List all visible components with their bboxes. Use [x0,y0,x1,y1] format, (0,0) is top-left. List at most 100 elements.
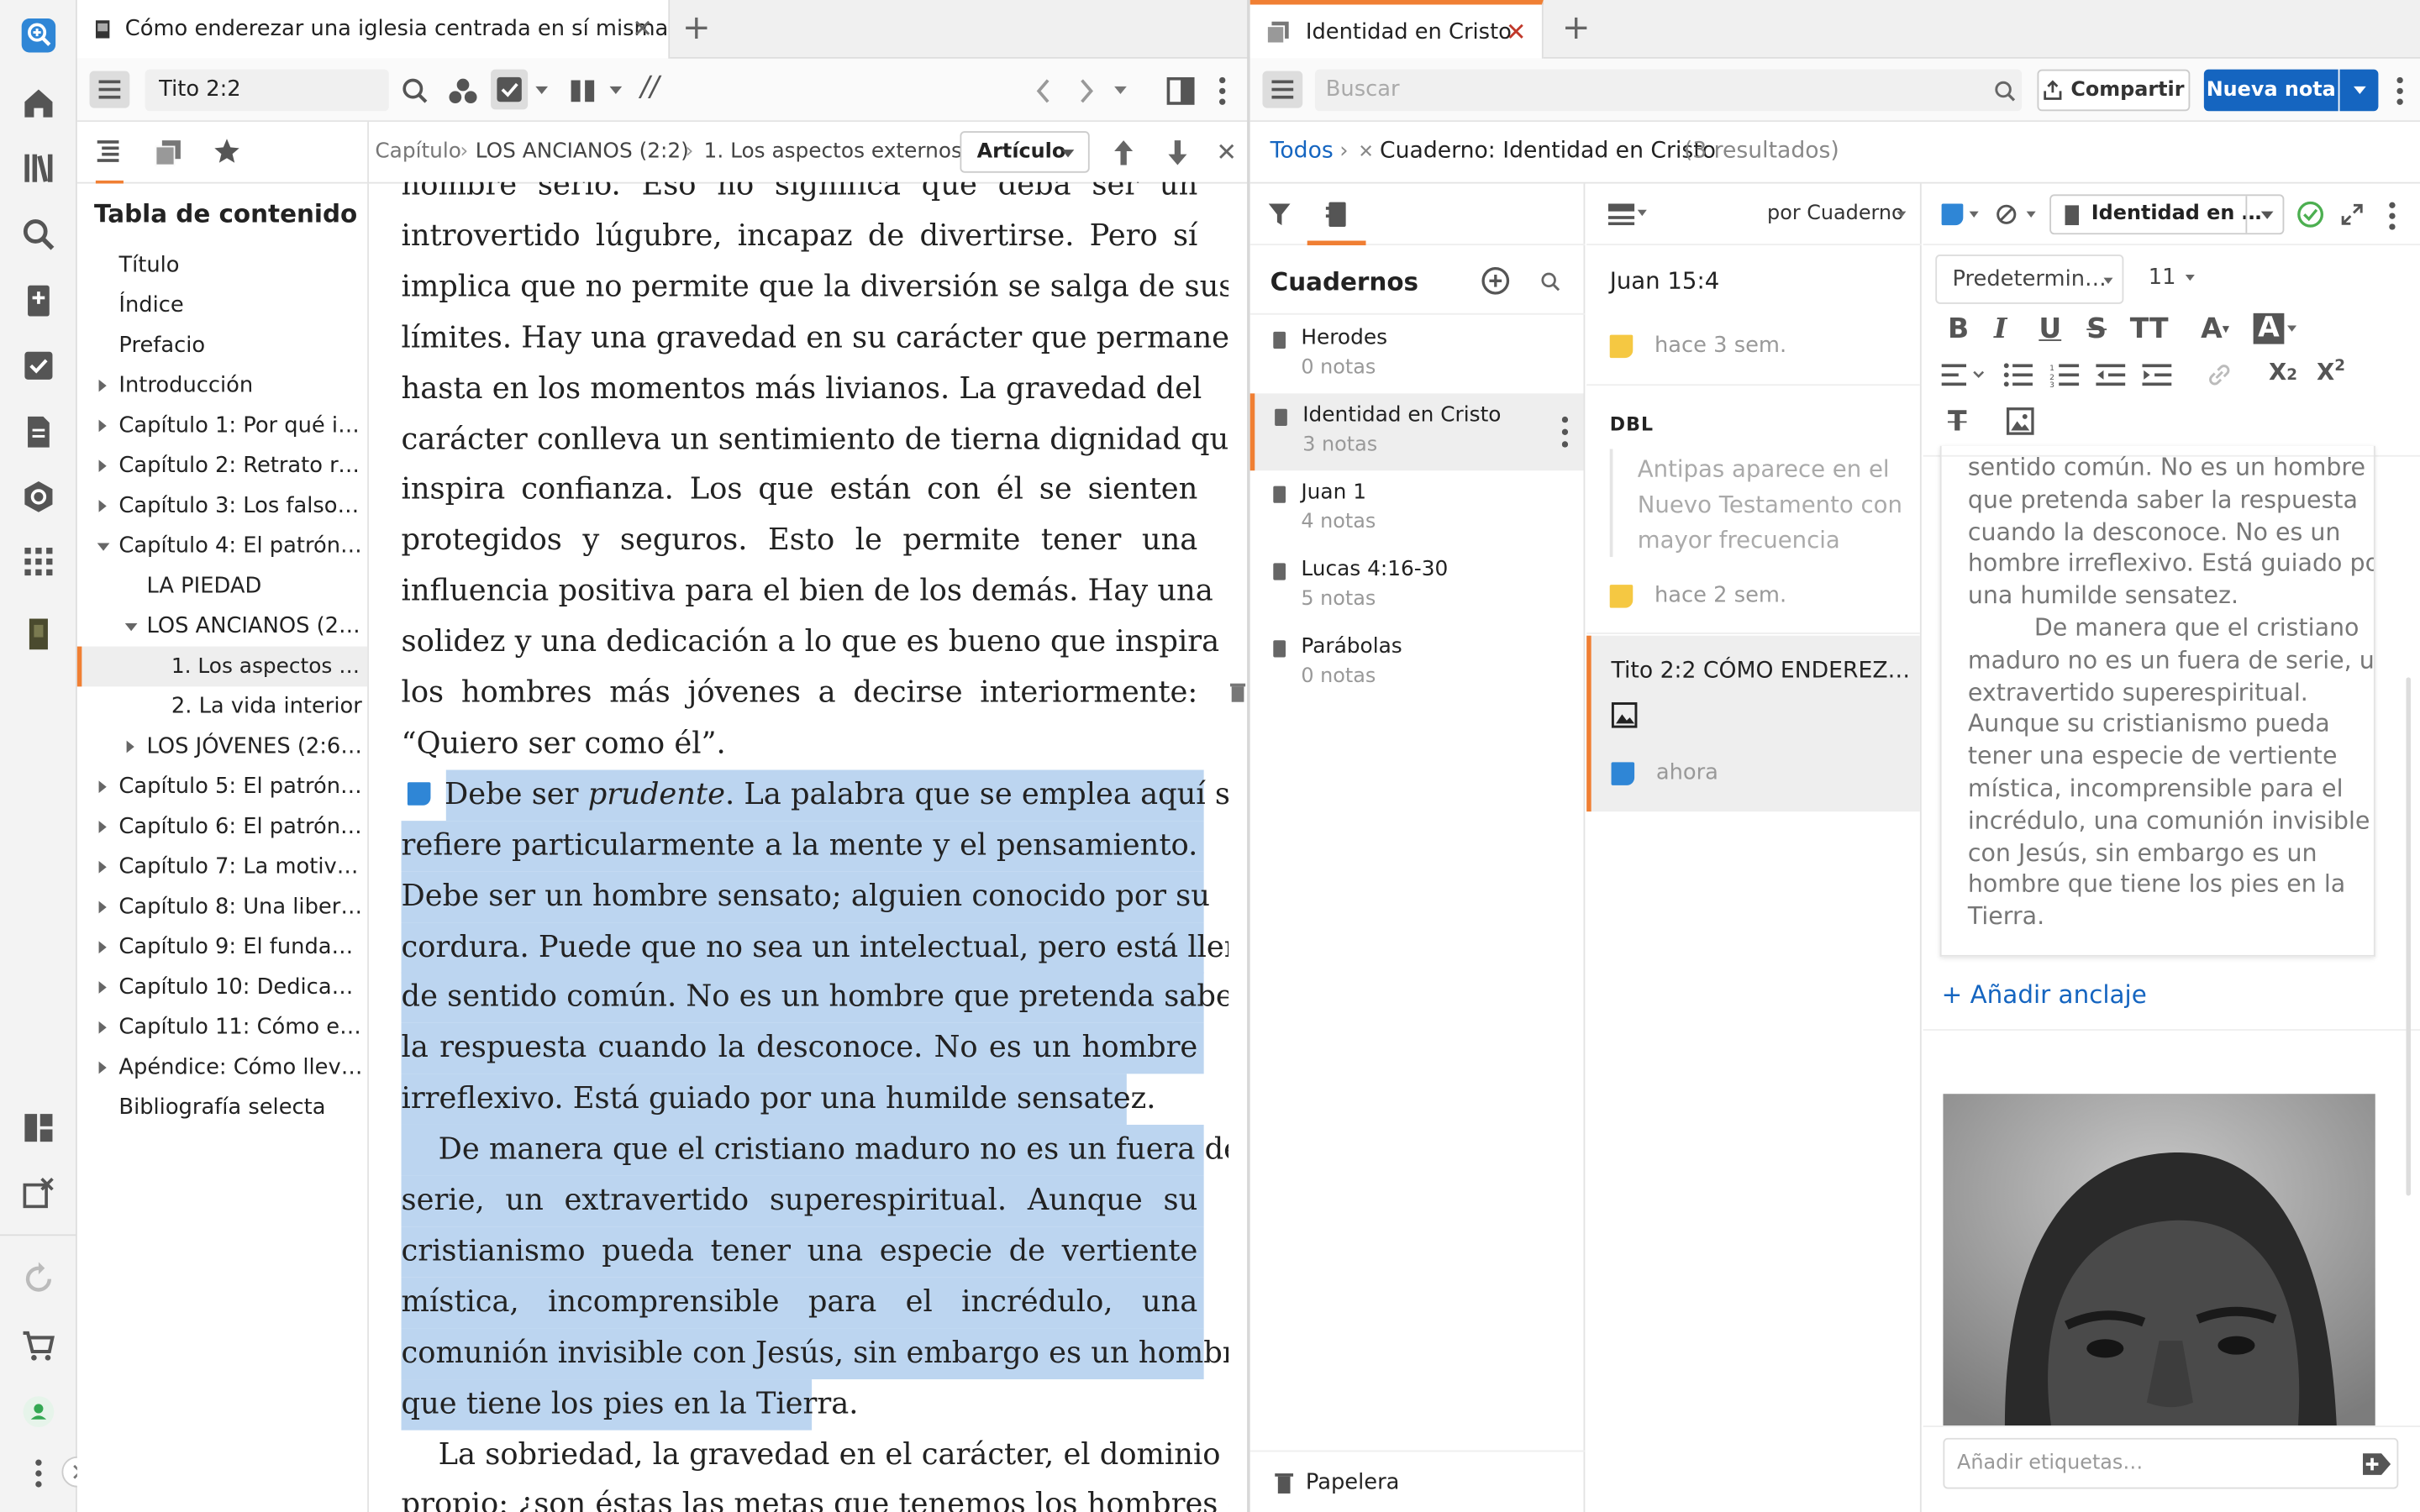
toc-item[interactable]: Capítulo 6: El patrón d… [118,807,364,848]
clear-format-icon[interactable]: T [1948,406,1967,438]
forward-icon[interactable] [1077,77,1096,105]
more-vertical-icon[interactable] [1561,415,1569,449]
toc-item[interactable]: Capítulo 5: El patrón en… [118,767,364,807]
underline-icon[interactable]: U [2039,313,2061,346]
close-icon[interactable]: ✕ [632,14,653,44]
toc-item[interactable]: Apéndice: Cómo llevar… [118,1047,364,1088]
visual-filters-icon[interactable] [448,77,479,105]
collapse-chevron-icon[interactable] [97,543,110,551]
expand-chevron-icon[interactable] [98,860,107,874]
parallel-icon[interactable]: // [640,71,659,103]
toc-item[interactable]: Bibliografía selecta [118,1088,364,1128]
chevron-down-icon[interactable] [1969,211,1979,218]
layouts-icon[interactable] [13,1101,65,1153]
toc-item[interactable]: Introducción [118,365,364,406]
note-item[interactable]: DBL Antipas aparece en el Nuevo Testamen… [1586,387,1920,634]
text-case-icon[interactable]: TT [2130,313,2169,346]
apps-grid-icon[interactable] [13,535,65,587]
reference-input[interactable]: Tito 2:2 [145,69,389,112]
close-panels-icon[interactable] [13,1167,65,1219]
expand-chevron-icon[interactable] [98,459,107,473]
chevron-down-icon[interactable] [1897,211,1907,218]
add-tag-icon[interactable] [2361,1451,2392,1478]
expand-chevron-icon[interactable] [98,821,107,833]
align-icon[interactable] [1941,363,1985,387]
add-anchor-link[interactable]: + Añadir anclaje [1942,979,2147,1009]
toc-item[interactable]: LOS JÓVENES (2:6–8) [146,727,364,767]
outdent-icon[interactable] [2096,363,2127,387]
tab-book[interactable]: Cómo enderezar una iglesia centrada en s… [76,0,671,59]
note-item[interactable]: Juan 15:4 hace 3 sem. [1586,247,1920,386]
expand-chevron-icon[interactable] [98,1061,107,1074]
toc-item[interactable]: Título [118,245,364,286]
insert-image-icon[interactable] [2006,407,2034,435]
new-tab-icon[interactable]: + [682,9,711,48]
indent-icon[interactable] [2142,363,2173,387]
close-icon[interactable]: ✕ [1506,17,1527,46]
chevron-down-icon[interactable] [609,86,623,95]
breadcrumb-subsection[interactable]: 1. Los aspectos externos [704,139,962,163]
notebooks-tab[interactable] [1307,184,1366,246]
expand-chevron-icon[interactable] [98,780,107,794]
close-icon[interactable]: ✕ [1216,137,1237,166]
editor-text-card[interactable]: sentido común. No es un hombre que preten… [1939,445,2375,957]
tab-notes[interactable]: Identidad en Cristo ✕ [1249,0,1544,59]
account-icon[interactable] [13,1385,65,1437]
toc-item[interactable]: Índice [118,286,364,326]
search-icon[interactable] [1540,271,1560,291]
expand-chevron-icon[interactable] [126,740,134,753]
columns-icon[interactable] [570,79,597,103]
more-vertical-icon[interactable] [13,1447,65,1499]
library-icon[interactable] [13,142,65,194]
toc-item[interactable]: Capítulo 2: Retrato rob… [118,446,364,486]
reading-mode-button[interactable] [491,69,529,110]
expand-chevron-icon[interactable] [98,379,107,392]
favorites-star-icon[interactable] [213,137,240,165]
view-mode-icon[interactable] [1607,203,1636,226]
toc-item[interactable]: Capítulo 7: La motivac… [118,847,364,887]
expand-chevron-icon[interactable] [98,1021,107,1034]
crumb-all[interactable]: Todos [1270,139,1334,163]
bullet-list-icon[interactable] [2003,363,2034,387]
note-marker-icon[interactable] [407,781,431,806]
size-select[interactable]: 11 [2149,265,2196,290]
expand-chevron-icon[interactable] [98,941,107,954]
filter-icon[interactable] [1267,202,1292,227]
add-document-icon[interactable] [13,275,65,327]
panel-menu-icon[interactable] [89,71,130,108]
notebook-select[interactable]: Identidad en … [2049,194,2285,235]
panel-menu-icon[interactable] [1262,71,1303,108]
notes-stack-icon[interactable] [155,139,182,166]
note-style-icon[interactable] [1941,203,1964,226]
chevron-down-icon[interactable] [535,86,549,95]
add-notebook-icon[interactable] [1480,265,1511,297]
trash-icon[interactable] [1229,680,1246,702]
inserted-photo[interactable] [1943,1094,2375,1426]
expand-chevron-icon[interactable] [98,900,107,914]
bold-icon[interactable]: B [1948,313,1969,346]
toc-item[interactable]: Capítulo 3: Los falsos… [118,486,364,527]
remove-filter-icon[interactable]: ✕ [1358,140,1373,162]
italic-icon[interactable]: I [1994,313,2007,346]
collapse-chevron-icon[interactable] [124,623,138,632]
more-vertical-icon[interactable] [2394,74,2407,108]
new-note-dropdown[interactable] [2339,69,2379,112]
back-icon[interactable] [1034,77,1053,105]
tags-input[interactable]: Añadir etiquetas… [1943,1437,2399,1489]
toc-item[interactable]: Capítulo 4: El patrón d… [118,526,364,566]
no-highlight-icon[interactable] [1996,203,2018,225]
home-icon[interactable] [13,77,65,129]
scrollbar[interactable] [2406,677,2411,1196]
search-icon[interactable] [402,77,429,105]
expand-chevron-icon[interactable] [98,419,107,433]
expand-icon[interactable] [2339,202,2364,227]
toc-item[interactable]: Prefacio [118,326,364,366]
numbered-list-icon[interactable]: 123 [2049,363,2081,387]
strikethrough-icon[interactable]: S [2086,313,2107,346]
chevron-down-icon[interactable] [2287,325,2297,332]
cart-icon[interactable] [13,1319,65,1371]
sync-icon[interactable] [13,1252,65,1305]
book-cover-icon[interactable] [13,608,65,660]
toc-item[interactable]: 2. La vida interior [171,686,365,727]
chevron-down-icon[interactable] [1637,209,1647,217]
